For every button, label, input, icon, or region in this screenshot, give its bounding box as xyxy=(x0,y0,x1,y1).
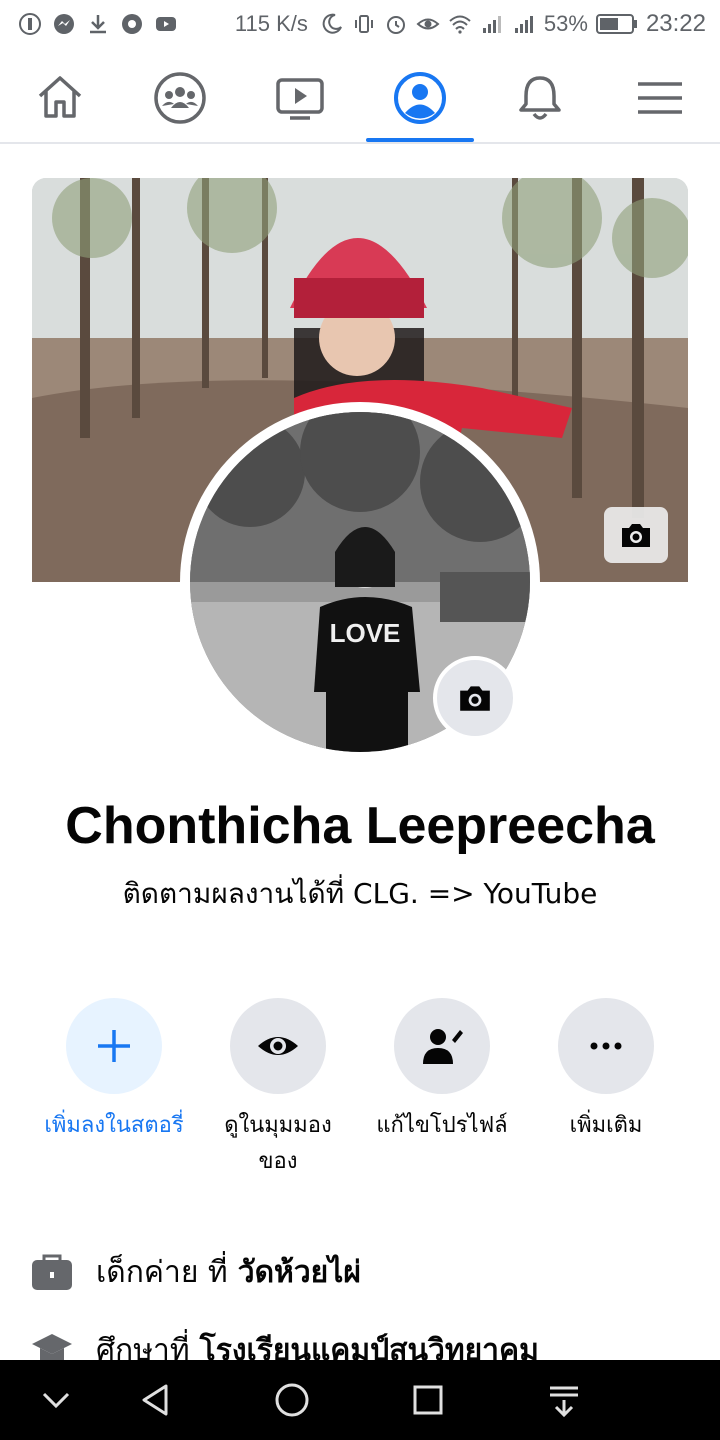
network-speed: 115 K/s xyxy=(234,11,308,36)
groups-icon xyxy=(154,72,206,124)
add-to-story-label: เพิ่มลงในสตอรี่ xyxy=(44,1113,184,1138)
home-circle-icon xyxy=(275,1383,309,1417)
notifications-pull-button[interactable] xyxy=(542,1378,586,1422)
back-icon xyxy=(142,1384,168,1416)
profile-bio: ติดตามผลงานได้ที่ CLG. => YouTube xyxy=(122,877,598,910)
chrome-icon xyxy=(122,14,142,34)
active-tab-indicator xyxy=(366,138,474,142)
view-as-button[interactable]: ดูในมุมมองของ xyxy=(196,998,360,1180)
tab-watch[interactable] xyxy=(245,52,355,144)
privacy-icon xyxy=(19,13,41,35)
more-label: เพิ่มเติม xyxy=(569,1113,643,1138)
recents-icon xyxy=(413,1385,443,1415)
bell-icon xyxy=(519,76,561,120)
view-as-label: ดูในมุมมองของ xyxy=(224,1113,332,1174)
camera-icon xyxy=(460,686,490,711)
add-to-story-button[interactable]: เพิ่มลงในสตอรี่ xyxy=(32,998,196,1144)
edit-profile-button[interactable]: แก้ไขโปรไฟล์ xyxy=(360,998,524,1144)
edit-profile-circle[interactable] xyxy=(394,998,490,1094)
briefcase-icon xyxy=(32,1254,72,1290)
edit-cover-photo-button[interactable] xyxy=(604,507,668,563)
pull-down-icon xyxy=(550,1386,578,1418)
home-icon xyxy=(38,76,82,118)
more-button[interactable]: เพิ่มเติม xyxy=(524,998,688,1144)
android-nav-bar xyxy=(0,1360,720,1440)
edit-profile-label: แก้ไขโปรไฟล์ xyxy=(376,1113,508,1138)
chevron-down-icon xyxy=(42,1392,70,1409)
tab-home[interactable] xyxy=(5,52,115,144)
nav-collapse-button[interactable] xyxy=(34,1378,78,1422)
view-as-circle[interactable] xyxy=(230,998,326,1094)
alarm-icon xyxy=(386,16,405,34)
eye-icon xyxy=(258,1037,298,1055)
messenger-icon xyxy=(54,14,74,34)
signal-icon xyxy=(514,16,533,33)
status-right: 115 K/s 53% 23:22 xyxy=(235,10,706,38)
signal-icon xyxy=(482,16,501,33)
eye-icon xyxy=(416,18,440,30)
moon-icon xyxy=(322,13,342,34)
home-button[interactable] xyxy=(270,1378,314,1422)
edit-profile-picture-button[interactable] xyxy=(433,656,517,740)
recents-button[interactable] xyxy=(406,1378,450,1422)
tab-menu[interactable] xyxy=(605,52,715,144)
back-button[interactable] xyxy=(134,1378,178,1422)
youtube-icon xyxy=(156,17,176,31)
intro-work-prefix: เด็กค่าย ที่ xyxy=(96,1254,228,1290)
status-bar: 115 K/s 53% 23:22 xyxy=(0,0,720,52)
tab-profile[interactable] xyxy=(365,52,475,144)
watch-icon xyxy=(276,78,324,120)
clock: 23:22 xyxy=(645,10,706,37)
more-icon xyxy=(590,1042,622,1050)
top-nav xyxy=(0,52,720,144)
svg-text:LOVE: LOVE xyxy=(330,618,401,648)
intro-work: เด็กค่าย ที่ วัดห้วยไผ่ xyxy=(30,1242,361,1302)
download-icon xyxy=(90,15,106,34)
add-to-story-circle[interactable] xyxy=(66,998,162,1094)
tab-notifications[interactable] xyxy=(485,52,595,144)
battery-icon xyxy=(595,14,637,34)
vibrate-icon xyxy=(354,15,373,33)
plus-icon xyxy=(98,1030,130,1062)
edit-profile-icon xyxy=(423,1029,463,1064)
battery-percent: 53% xyxy=(543,11,588,36)
more-circle[interactable] xyxy=(558,998,654,1094)
menu-icon xyxy=(638,82,682,114)
tab-groups[interactable] xyxy=(125,52,235,144)
profile-icon xyxy=(394,72,446,124)
intro-work-place[interactable]: วัดห้วยไผ่ xyxy=(238,1249,361,1296)
profile-name: Chonthicha Leepreecha xyxy=(65,797,655,855)
wifi-icon xyxy=(449,15,471,34)
status-left-icons xyxy=(18,12,178,36)
camera-icon xyxy=(622,524,650,547)
